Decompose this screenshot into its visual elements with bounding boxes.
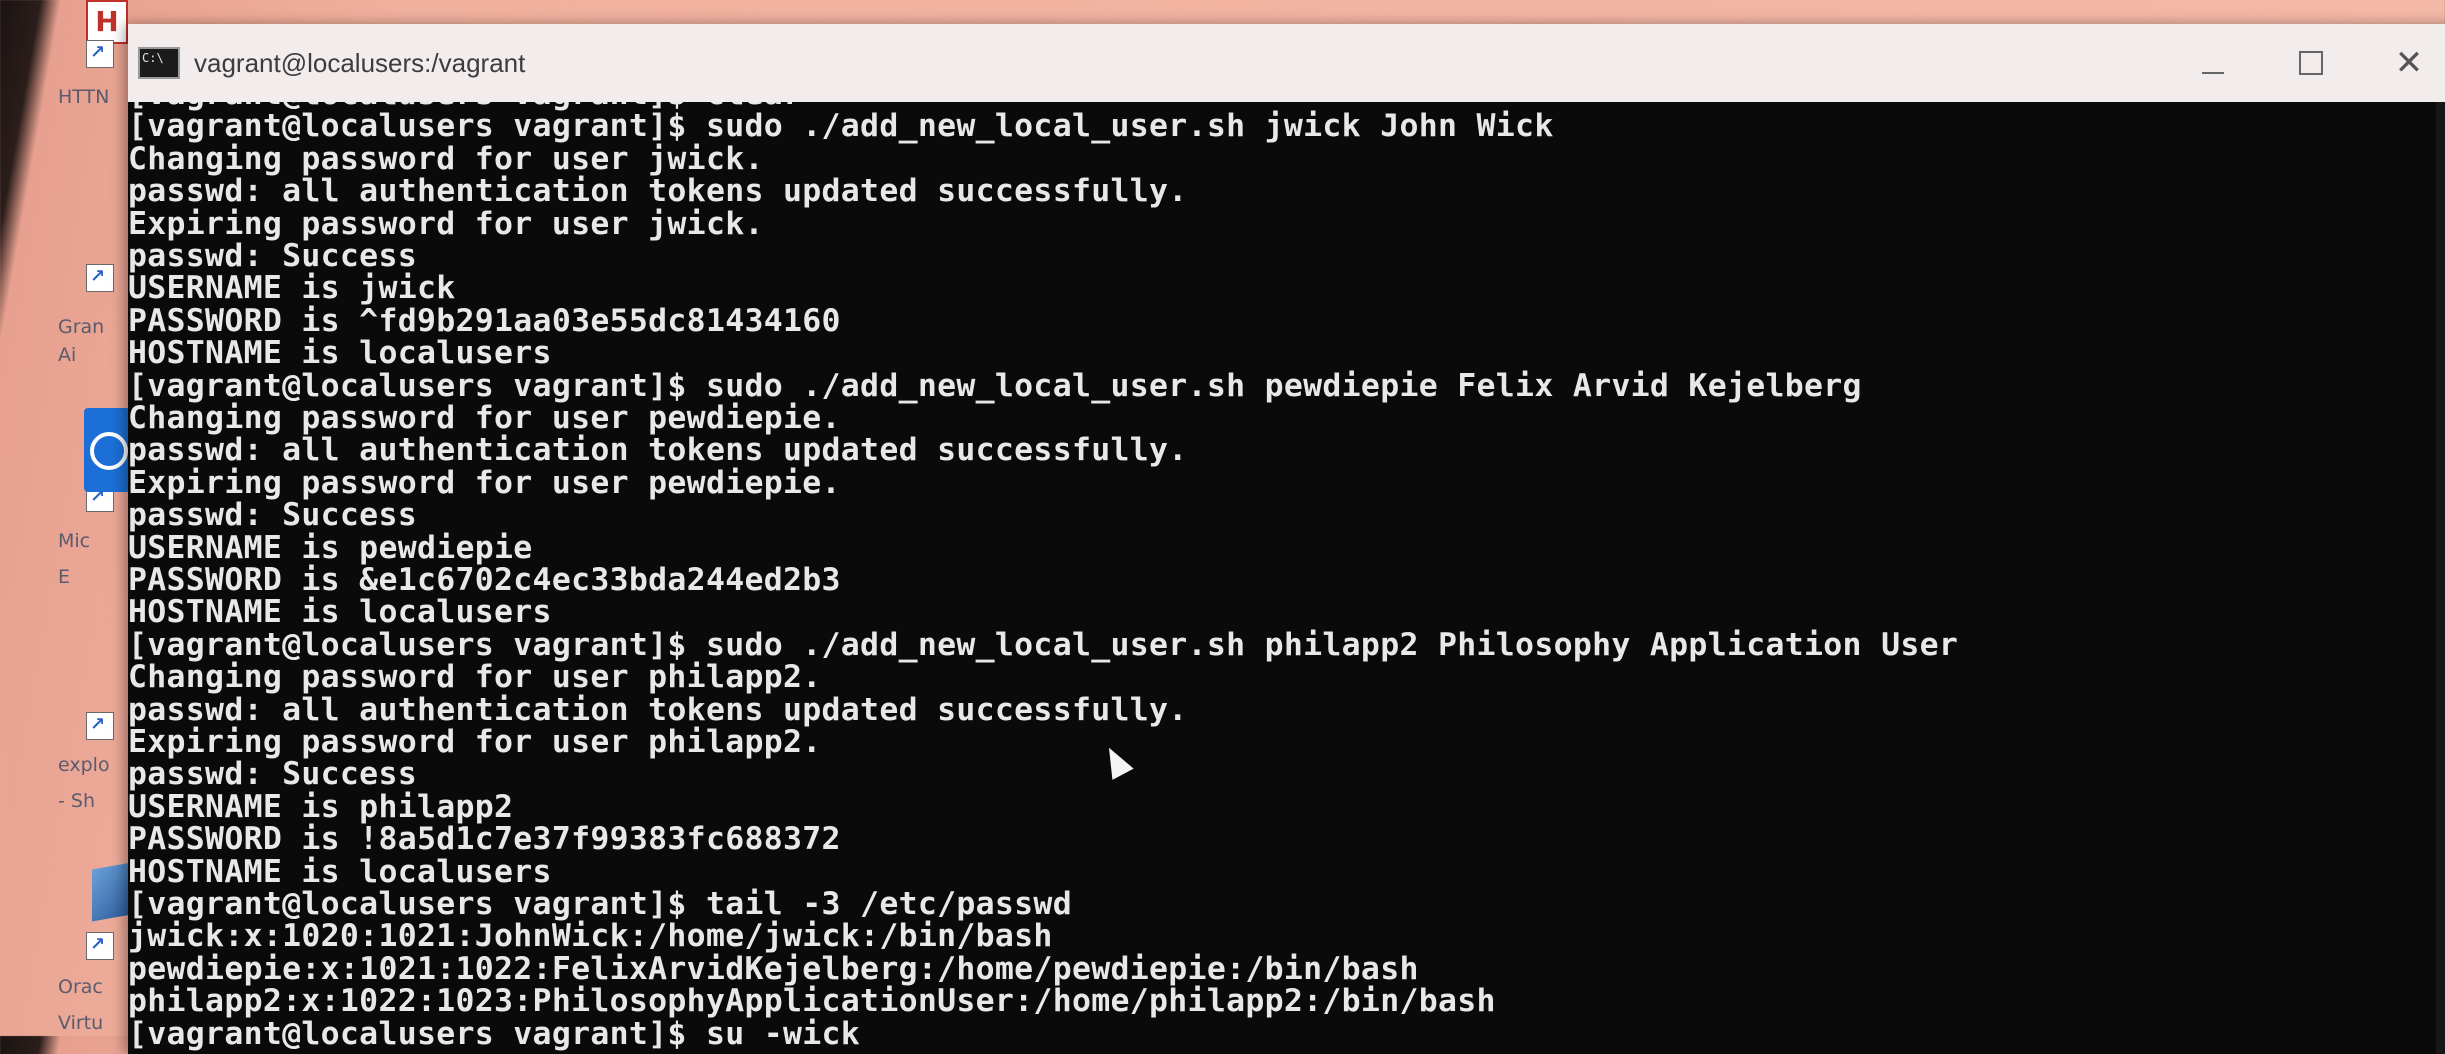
terminal-line: USERNAME is philapp2 (128, 788, 514, 825)
title-bar[interactable]: vagrant@localusers:/vagrant ✕ (128, 24, 2445, 102)
terminal-line: passwd: Success (128, 497, 417, 534)
terminal-line: [vagrant@localusers vagrant]$ su -wick (128, 1015, 861, 1052)
terminal-window: vagrant@localusers:/vagrant ✕ [vagrant@l… (128, 24, 2445, 1054)
terminal-line: PASSWORD is !8a5d1c7e37f99383fc688372 (128, 821, 841, 858)
terminal-line: passwd: Success (128, 238, 417, 274)
scrollbar[interactable] (2436, 102, 2445, 1054)
close-button[interactable]: ✕ (2360, 24, 2445, 102)
console-app-icon (138, 47, 180, 79)
terminal-line: Expiring password for user philapp2. (128, 724, 822, 760)
terminal-line: Expiring password for user pewdiepie. (128, 464, 841, 501)
terminal-line: USERNAME is pewdiepie (128, 529, 533, 566)
browser-icon[interactable] (84, 408, 130, 492)
terminal-line: Changing password for user pewdiepie. (128, 400, 841, 436)
terminal-line: HOSTNAME is localusers (128, 853, 552, 890)
terminal-line: PASSWORD is &e1c6702c4ec33bda244ed2b3 (128, 562, 841, 598)
terminal-line: USERNAME is jwick (128, 270, 456, 307)
terminal-line: PASSWORD is ^fd9b291aa03e55dc81434160 (128, 302, 841, 339)
terminal-line: HOSTNAME is localusers (128, 335, 552, 372)
terminal-line: [vagrant@localusers vagrant]$ sudo ./add… (128, 626, 1959, 663)
maximize-button[interactable] (2262, 24, 2360, 102)
shortcut-arrow-icon[interactable] (86, 932, 114, 960)
terminal-line: passwd: all authentication tokens update… (128, 691, 1188, 728)
terminal-line: pewdiepie:x:1021:1022:FelixArvidKejelber… (128, 950, 1419, 987)
terminal-line: Changing password for user jwick. (128, 140, 764, 177)
desktop-sidebar: H HTTNGranAiMicEexplo- ShOracVirtu (0, 0, 140, 1036)
desktop-app-tile[interactable]: H (86, 0, 128, 44)
minimize-button[interactable] (2164, 24, 2262, 102)
terminal-output[interactable]: [vagrant@localusers vagrant]$ clear[vagr… (128, 102, 2445, 1054)
shortcut-arrow-icon[interactable] (86, 712, 114, 740)
terminal-line: [vagrant@localusers vagrant]$ sudo ./add… (128, 108, 1554, 145)
virtualbox-icon[interactable] (92, 862, 132, 922)
terminal-line: passwd: all authentication tokens update… (128, 173, 1188, 210)
terminal-line: philapp2:x:1022:1023:PhilosophyApplicati… (128, 983, 1496, 1020)
terminal-line: jwick:x:1020:1021:JohnWick:/home/jwick:/… (128, 918, 1053, 955)
terminal-line: [vagrant@localusers vagrant]$ sudo ./add… (128, 367, 1862, 404)
terminal-line: Changing password for user philapp2. (128, 659, 822, 696)
shortcut-arrow-icon[interactable] (86, 40, 114, 68)
shortcut-arrow-icon[interactable] (86, 264, 114, 292)
terminal-line: passwd: Success (128, 756, 417, 793)
terminal-line: HOSTNAME is localusers (128, 594, 552, 631)
terminal-line: Expiring password for user jwick. (128, 205, 764, 242)
window-title: vagrant@localusers:/vagrant (194, 47, 526, 78)
terminal-line: [vagrant@localusers vagrant]$ tail -3 /e… (128, 886, 1072, 922)
terminal-line: passwd: all authentication tokens update… (128, 432, 1188, 469)
